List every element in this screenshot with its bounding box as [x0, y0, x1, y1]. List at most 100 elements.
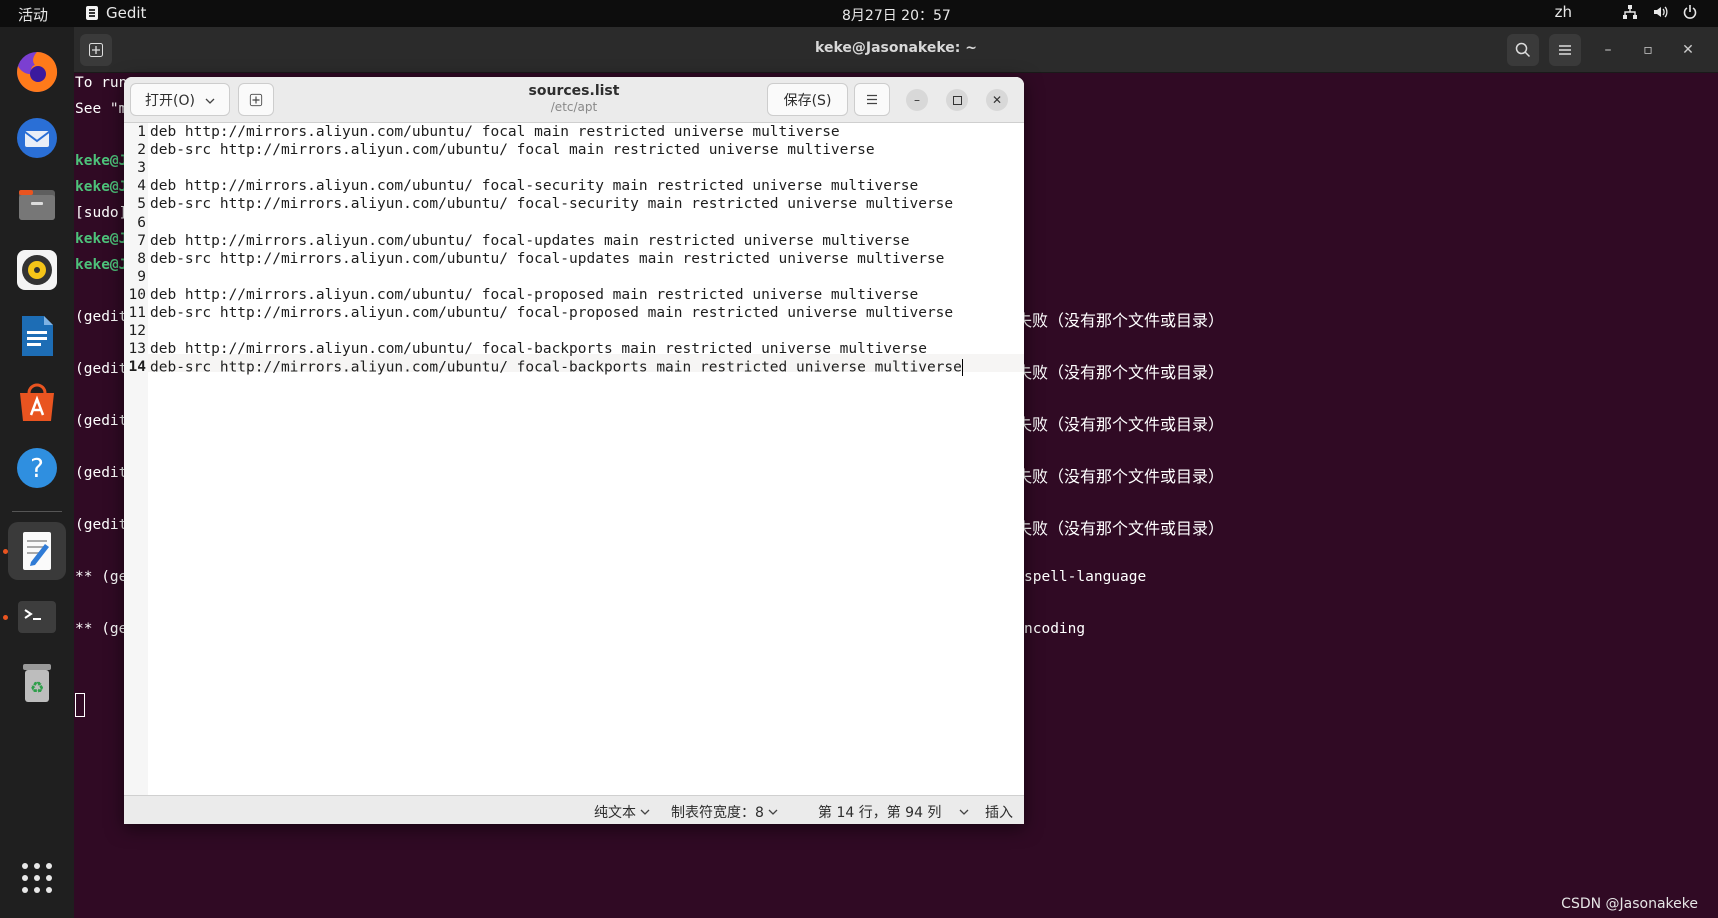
top-bar: 活动 Gedit 8月27日 20：57 zh — [0, 0, 1718, 27]
terminal-line: To run — [75, 75, 128, 91]
open-button[interactable]: 打开(O) — [130, 83, 230, 116]
system-tray[interactable]: zh — [1555, 3, 1698, 21]
line-number: 13 — [128, 341, 146, 358]
dock: ? ♻ — [0, 27, 74, 918]
show-applications-icon[interactable] — [8, 849, 66, 907]
terminal-prompt: keke@J — [75, 179, 128, 195]
line-number: 11 — [128, 305, 146, 321]
close-icon[interactable]: ✕ — [986, 89, 1008, 111]
chevron-down-icon — [768, 807, 778, 818]
thunderbird-icon[interactable] — [8, 109, 66, 167]
dock-separator — [12, 511, 62, 512]
firefox-icon[interactable] — [8, 43, 66, 101]
terminal-line: ** (ge — [75, 569, 128, 585]
code-line[interactable]: deb http://mirrors.aliyun.com/ubuntu/ fo… — [150, 233, 910, 249]
close-icon[interactable]: ✕ — [1678, 40, 1698, 60]
tab-width-selector[interactable]: 制表符宽度：8 — [671, 802, 778, 822]
text-editor[interactable]: 1 deb http://mirrors.aliyun.com/ubuntu/ f… — [124, 123, 1024, 795]
volume-icon[interactable] — [1652, 4, 1668, 20]
terminal-cursor — [75, 693, 85, 717]
text-caret — [961, 359, 963, 377]
trash-icon[interactable]: ♻ — [8, 654, 66, 712]
cursor-position-label: 第 14 行，第 94 列 — [818, 805, 942, 821]
tab-width-label: 制表符宽度：8 — [671, 805, 764, 821]
power-icon[interactable] — [1682, 4, 1698, 20]
minimize-icon[interactable]: – — [906, 89, 928, 111]
code-line[interactable]: deb-src http://mirrors.aliyun.com/ubuntu… — [150, 142, 875, 158]
terminal-line: (gedit — [75, 361, 128, 377]
terminal-prompt: keke@J — [75, 257, 128, 273]
rhythmbox-icon[interactable] — [8, 241, 66, 299]
code-line[interactable]: deb http://mirrors.aliyun.com/ubuntu/ fo… — [150, 341, 927, 357]
line-number: 9 — [137, 268, 146, 285]
help-icon[interactable]: ? — [8, 439, 66, 497]
terminal-line: 失败（没有那个文件或目录） — [1016, 415, 1225, 434]
gedit-icon[interactable] — [8, 522, 66, 580]
terminal-line: (gedit — [75, 517, 128, 533]
chevron-down-icon — [959, 807, 969, 818]
gedit-app-icon — [86, 6, 98, 20]
terminal-prompt: keke@J — [75, 231, 128, 247]
terminal-running-indicator — [3, 615, 8, 620]
terminal-line: 失败（没有那个文件或目录） — [1016, 519, 1225, 538]
gedit-window[interactable]: 打开(O) sources.list /etc/apt 保存(S) – ✕ 1d… — [124, 77, 1024, 824]
input-language-indicator[interactable]: zh — [1555, 3, 1572, 21]
chevron-down-icon — [640, 807, 650, 818]
terminal-header-bar: keke@Jasonakeke: ~ – ▫ ✕ — [74, 27, 1718, 73]
libreoffice-writer-icon[interactable] — [8, 307, 66, 365]
code-line[interactable]: deb-src http://mirrors.aliyun.com/ubuntu… — [150, 305, 953, 321]
document-title: sources.list /etc/apt — [424, 83, 724, 114]
terminal-line: See "m — [75, 101, 128, 117]
line-number: 4 — [137, 178, 146, 195]
line-number: 6 — [137, 214, 146, 231]
code-line[interactable]: deb-src http://mirrors.aliyun.com/ubuntu… — [150, 359, 963, 377]
chevron-down-icon — [205, 92, 215, 108]
gedit-header-bar: 打开(O) sources.list /etc/apt 保存(S) – ✕ — [124, 77, 1024, 123]
terminal-icon[interactable] — [8, 588, 66, 646]
new-document-button[interactable] — [238, 83, 274, 116]
app-menu[interactable]: Gedit — [86, 4, 146, 22]
network-icon[interactable] — [1622, 4, 1638, 20]
terminal-prompt: keke@J — [75, 153, 128, 169]
file-name: sources.list — [528, 83, 620, 99]
file-path: /etc/apt — [550, 100, 598, 114]
line-number: 12 — [128, 323, 146, 340]
app-menu-label: Gedit — [106, 4, 147, 22]
terminal-line: ncoding — [1024, 621, 1086, 637]
activities-button[interactable]: 活动 — [18, 4, 48, 25]
terminal-line: (gedit — [75, 465, 128, 481]
line-number: 8 — [137, 250, 146, 267]
search-icon[interactable] — [1507, 34, 1539, 66]
svg-text:♻: ♻ — [30, 678, 44, 697]
svg-text:?: ? — [30, 454, 44, 484]
insert-mode-indicator[interactable]: 插入 — [985, 802, 1013, 822]
status-bar: 纯文本 制表符宽度：8 第 14 行，第 94 列 插入 — [124, 795, 1024, 824]
app-center-icon[interactable] — [8, 373, 66, 431]
maximize-icon[interactable] — [946, 89, 968, 111]
language-selector[interactable]: 纯文本 — [594, 802, 650, 822]
code-line[interactable]: deb-src http://mirrors.aliyun.com/ubuntu… — [150, 196, 953, 212]
line-number: 1 — [137, 124, 146, 140]
code-line[interactable]: deb http://mirrors.aliyun.com/ubuntu/ fo… — [150, 178, 918, 194]
maximize-icon[interactable]: ▫ — [1638, 40, 1658, 60]
hamburger-menu-icon[interactable] — [1549, 34, 1581, 66]
line-number: 14 — [128, 359, 146, 376]
cursor-position-selector[interactable]: 第 14 行，第 94 列 — [818, 802, 969, 822]
gedit-running-indicator — [3, 549, 8, 554]
open-button-label: 打开(O) — [145, 92, 195, 109]
save-button[interactable]: 保存(S) — [767, 83, 848, 116]
code-line[interactable]: deb-src http://mirrors.aliyun.com/ubuntu… — [150, 251, 944, 267]
line-number: 2 — [137, 142, 146, 159]
terminal-line: (gedit — [75, 413, 128, 429]
terminal-title: keke@Jasonakeke: ~ — [815, 40, 977, 56]
clock[interactable]: 8月27日 20：57 — [842, 5, 951, 25]
line-number: 3 — [137, 160, 146, 177]
minimize-icon[interactable]: – — [1598, 40, 1618, 60]
line-number: 5 — [137, 196, 146, 213]
terminal-line: 失败（没有那个文件或目录） — [1016, 311, 1225, 330]
hamburger-menu-icon[interactable] — [854, 83, 890, 116]
code-line[interactable]: deb http://mirrors.aliyun.com/ubuntu/ fo… — [150, 287, 918, 303]
code-line[interactable]: deb http://mirrors.aliyun.com/ubuntu/ fo… — [150, 124, 840, 140]
terminal-line: (gedit — [75, 309, 128, 325]
files-icon[interactable] — [8, 175, 66, 233]
